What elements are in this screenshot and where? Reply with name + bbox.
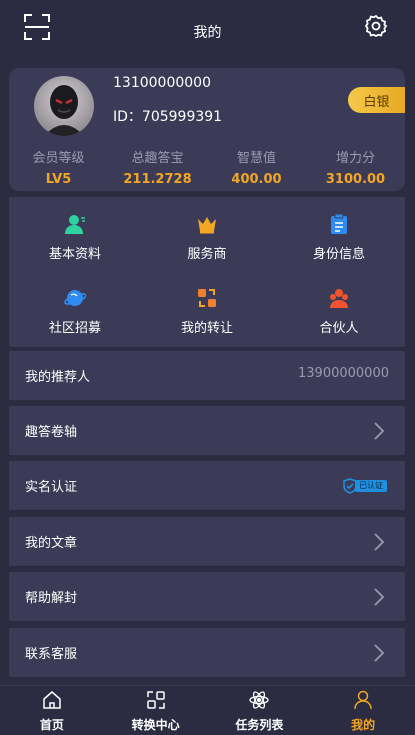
row-customer-service[interactable]: 联系客服 — [9, 628, 405, 677]
stat-member-level[interactable]: 会员等级 LV5 — [9, 147, 108, 187]
planet-icon — [64, 290, 87, 306]
top-bar: 我的 — [0, 0, 415, 62]
tab-home[interactable]: 首页 — [0, 686, 104, 735]
row-scroll[interactable]: 趣答卷轴 — [9, 406, 405, 455]
stat-value: 400.00 — [231, 172, 282, 187]
clipboard-icon — [331, 213, 347, 234]
row-referrer[interactable]: 我的推荐人 13900000000 — [9, 351, 405, 400]
chevron-right-icon — [374, 422, 385, 440]
grid-item-partner[interactable]: 合伙人 — [273, 287, 405, 336]
verified-badge: 已认证 — [343, 478, 387, 494]
stat-value: 211.2728 — [123, 172, 192, 187]
stat-label: 增力分 — [335, 151, 375, 166]
grid-item-identity[interactable]: 身份信息 — [273, 213, 405, 262]
row-label: 我的推荐人 — [25, 370, 91, 385]
user-id: ID：705999391 — [113, 109, 223, 125]
bottom-tab-bar: 首页 转换中心 任务列表 我的 — [0, 685, 415, 735]
referrer-phone: 13900000000 — [298, 366, 389, 381]
page-title: 我的 — [193, 25, 222, 41]
row-label: 帮助解封 — [25, 591, 78, 606]
row-label: 联系客服 — [25, 647, 78, 662]
stat-label: 总趣答宝 — [131, 151, 184, 166]
chevron-right-icon — [374, 588, 385, 606]
exchange-icon — [146, 691, 165, 709]
stat-label: 智慧值 — [236, 151, 276, 166]
tab-tasks[interactable]: 任务列表 — [208, 686, 312, 735]
grid-item-recruit[interactable]: 社区招募 — [9, 287, 141, 336]
transfer-icon — [198, 289, 216, 307]
chevron-right-icon — [374, 533, 385, 551]
grid-item-label: 社区招募 — [48, 321, 101, 336]
row-label: 我的文章 — [25, 536, 78, 551]
row-unlock-help[interactable]: 帮助解封 — [9, 572, 405, 621]
stat-label: 会员等级 — [32, 151, 85, 166]
stats-row: 会员等级 LV5 总趣答宝 211.2728 智慧值 400.00 增力分 31… — [9, 147, 405, 187]
grid-item-basic-info[interactable]: 基本资料 — [9, 213, 141, 262]
tab-label: 我的 — [351, 718, 376, 732]
grid-item-label: 我的转让 — [180, 321, 233, 336]
gear-icon[interactable] — [364, 14, 388, 38]
profile-card: 13100000000 ID：705999391 白银 会员等级 LV5 总趣答… — [9, 68, 405, 191]
team-icon — [330, 289, 348, 308]
stat-value: 3100.00 — [325, 172, 386, 187]
function-grid: 基本资料 服务商 身份信息 社区招募 我的转让 合伙人 — [9, 197, 405, 347]
home-icon — [43, 691, 61, 709]
phone-number: 13100000000 — [113, 75, 211, 91]
grid-item-label: 基本资料 — [48, 247, 101, 262]
stat-wisdom[interactable]: 智慧值 400.00 — [207, 147, 306, 187]
grid-item-transfer[interactable]: 我的转让 — [141, 287, 273, 336]
stat-boost[interactable]: 增力分 3100.00 — [306, 147, 405, 187]
tab-label: 任务列表 — [235, 718, 284, 732]
chevron-right-icon — [374, 644, 385, 662]
rank-badge[interactable]: 白银 — [348, 87, 405, 113]
row-articles[interactable]: 我的文章 — [9, 517, 405, 566]
grid-item-label: 合伙人 — [319, 321, 359, 336]
tab-label: 转换中心 — [131, 718, 180, 732]
grid-item-label: 服务商 — [187, 247, 227, 262]
row-label: 实名认证 — [25, 480, 78, 495]
stat-total-coins[interactable]: 总趣答宝 211.2728 — [108, 147, 207, 187]
person-icon — [354, 690, 372, 710]
user-icon — [65, 215, 85, 234]
tab-exchange[interactable]: 转换中心 — [104, 686, 208, 735]
atom-icon — [249, 691, 270, 709]
tab-label: 首页 — [39, 718, 64, 732]
verified-label: 已认证 — [355, 480, 387, 492]
grid-item-label: 身份信息 — [312, 247, 365, 262]
tab-mine[interactable]: 我的 — [311, 686, 415, 735]
avatar[interactable] — [34, 76, 94, 136]
row-real-name[interactable]: 实名认证 已认证 — [9, 461, 405, 510]
stat-value: LV5 — [45, 172, 72, 187]
grid-item-provider[interactable]: 服务商 — [141, 213, 273, 262]
row-label: 趣答卷轴 — [25, 425, 78, 440]
crown-icon — [198, 217, 216, 234]
